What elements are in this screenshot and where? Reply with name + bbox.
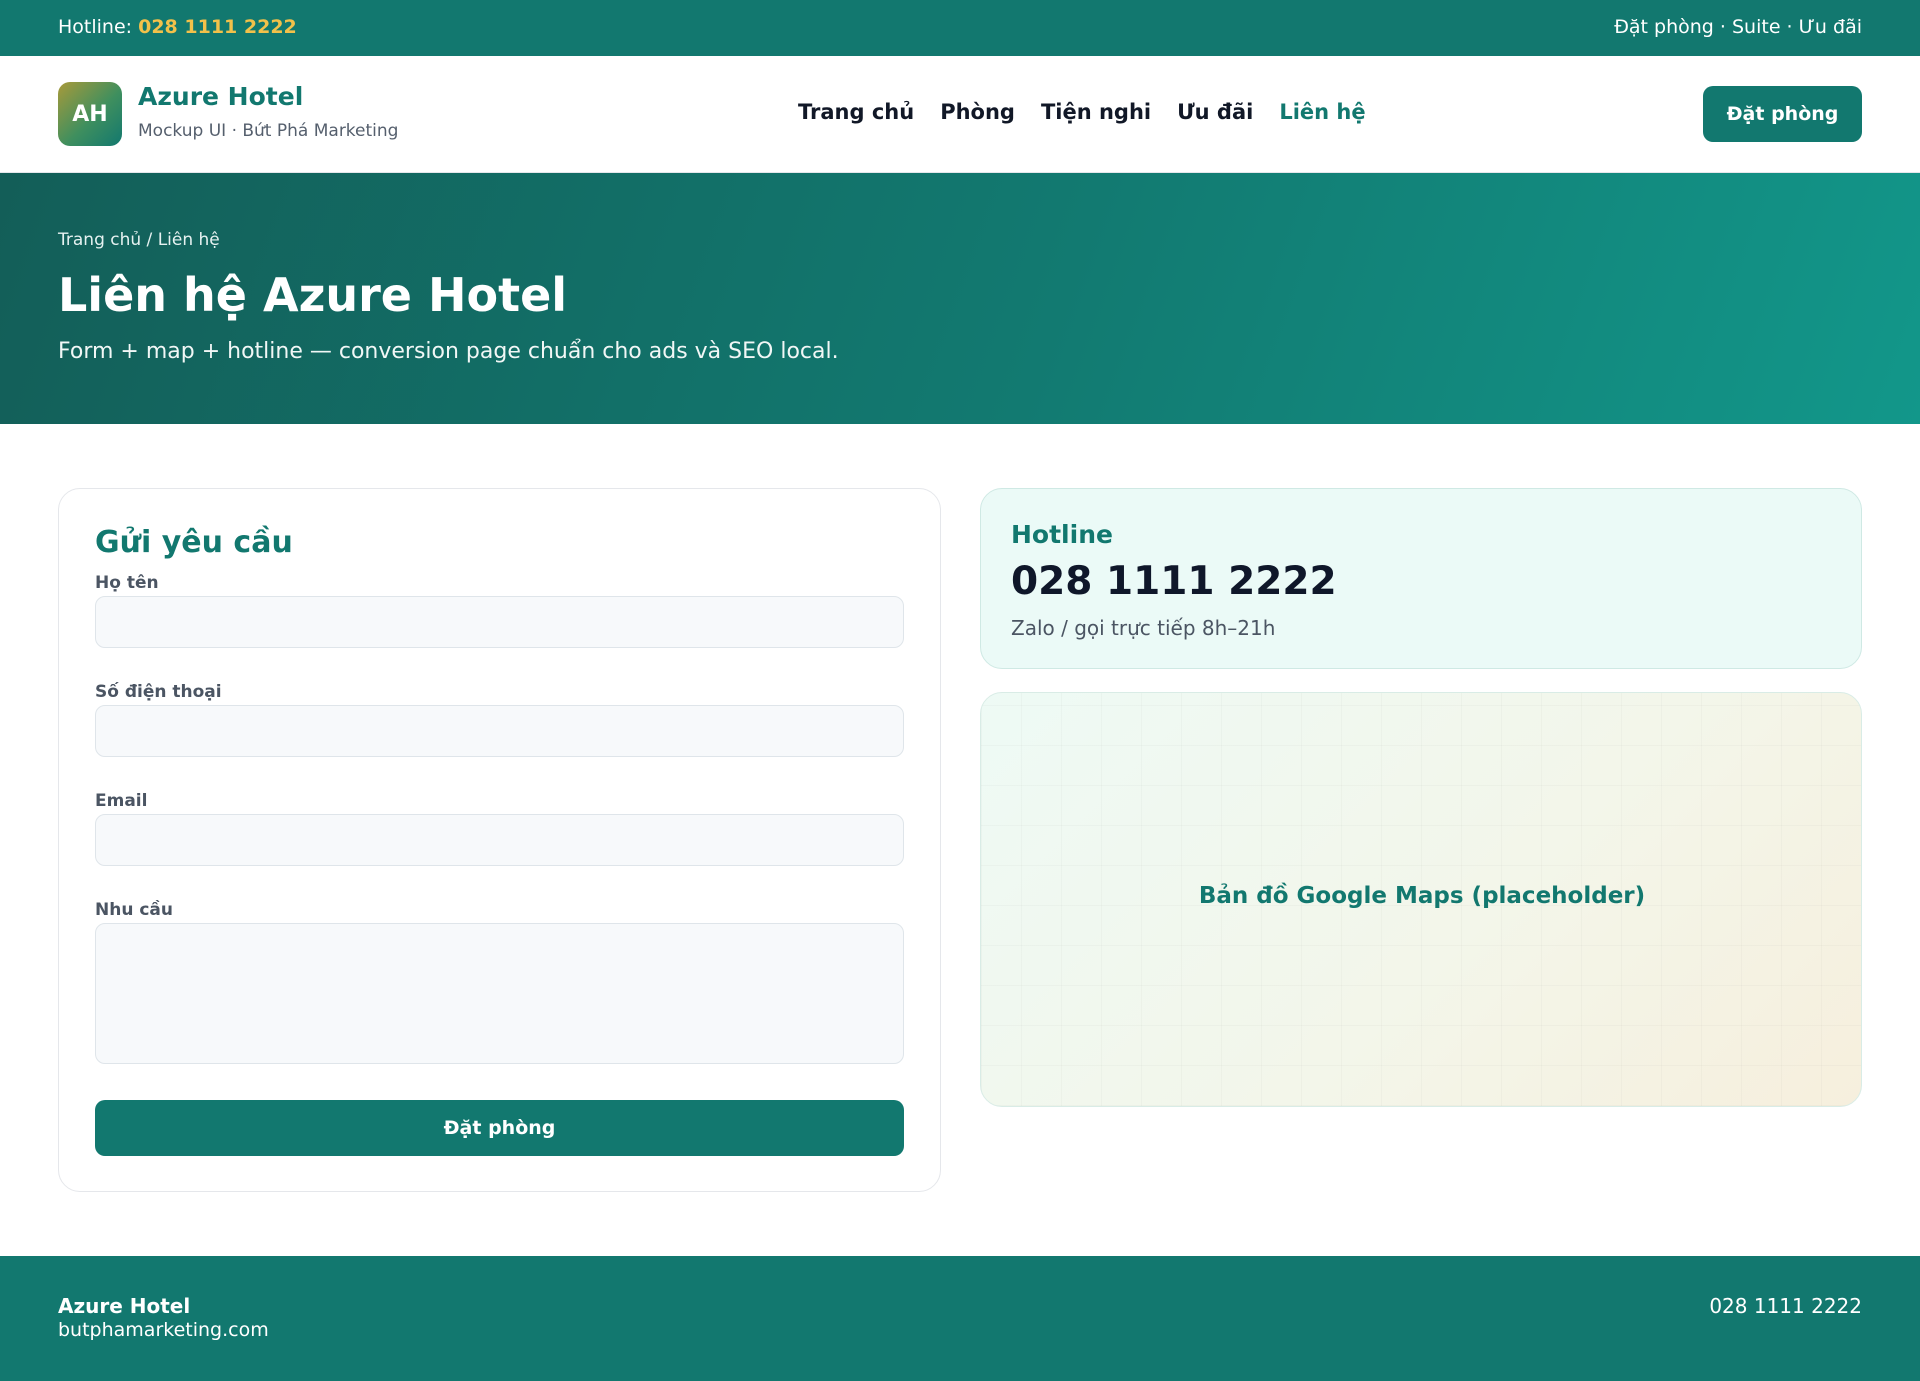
page-title: Liên hệ Azure Hotel (58, 268, 568, 322)
nav-item-home[interactable]: Trang chủ (798, 100, 914, 124)
hotline-card-number[interactable]: 028 1111 2222 (1011, 559, 1337, 604)
topbar-links[interactable]: Đặt phòng · Suite · Ưu đãi (1614, 16, 1862, 38)
page-subtitle: Form + map + hotline — conversion page c… (58, 339, 839, 364)
nav-item-contact[interactable]: Liên hệ (1279, 100, 1365, 124)
map-placeholder-text: Bản đồ Google Maps (placeholder) (1198, 883, 1646, 909)
brand-subtitle: Mockup UI · Bứt Phá Marketing (138, 121, 399, 141)
breadcrumb[interactable]: Trang chủ / Liên hệ (58, 230, 220, 250)
submit-button[interactable]: Đặt phòng (95, 1100, 904, 1156)
hotline-label: Hotline: (58, 16, 133, 38)
hotline-card-label: Hotline (1011, 520, 1113, 549)
contact-form-card: Gửi yêu cầu Họ tên Số điện thoại Email N… (58, 488, 941, 1192)
hero-banner: Trang chủ / Liên hệ Liên hệ Azure Hotel … (0, 173, 1920, 424)
email-input[interactable] (95, 814, 904, 866)
nav-item-offers[interactable]: Ưu đãi (1177, 100, 1253, 124)
footer-brand: Azure Hotel (58, 1294, 191, 1318)
footer-website[interactable]: butphamarketing.com (58, 1319, 269, 1341)
nav-item-amenities[interactable]: Tiện nghi (1041, 100, 1151, 124)
nav-item-rooms[interactable]: Phòng (940, 100, 1015, 124)
need-textarea[interactable] (95, 923, 904, 1064)
book-button[interactable]: Đặt phòng (1703, 86, 1862, 142)
need-label: Nhu cầu (95, 900, 174, 920)
site-header: AH Azure Hotel Mockup UI · Bứt Phá Marke… (0, 56, 1920, 173)
hotline-number[interactable]: 028 1111 2222 (138, 16, 297, 38)
hotline-card: Hotline 028 1111 2222 Zalo / gọi trực ti… (980, 488, 1862, 669)
brand-name[interactable]: Azure Hotel (138, 82, 303, 111)
top-bar: Hotline: 028 1111 2222 Đặt phòng · Suite… (0, 0, 1920, 56)
phone-input[interactable] (95, 705, 904, 757)
name-input[interactable] (95, 596, 904, 648)
form-title: Gửi yêu cầu (95, 525, 293, 560)
name-label: Họ tên (95, 573, 159, 593)
map-placeholder[interactable]: Bản đồ Google Maps (placeholder) (980, 692, 1862, 1107)
hotline-card-note: Zalo / gọi trực tiếp 8h–21h (1011, 616, 1276, 640)
email-label: Email (95, 791, 148, 811)
phone-label: Số điện thoại (95, 682, 222, 702)
logo[interactable]: AH (58, 82, 122, 146)
footer-phone[interactable]: 028 1111 2222 (1709, 1294, 1862, 1318)
topbar-hotline: Hotline: 028 1111 2222 (58, 16, 297, 38)
site-footer: Azure Hotel butphamarketing.com 028 1111… (0, 1256, 1920, 1381)
main-nav: Trang chủ Phòng Tiện nghi Ưu đãi Liên hệ (798, 100, 1366, 124)
